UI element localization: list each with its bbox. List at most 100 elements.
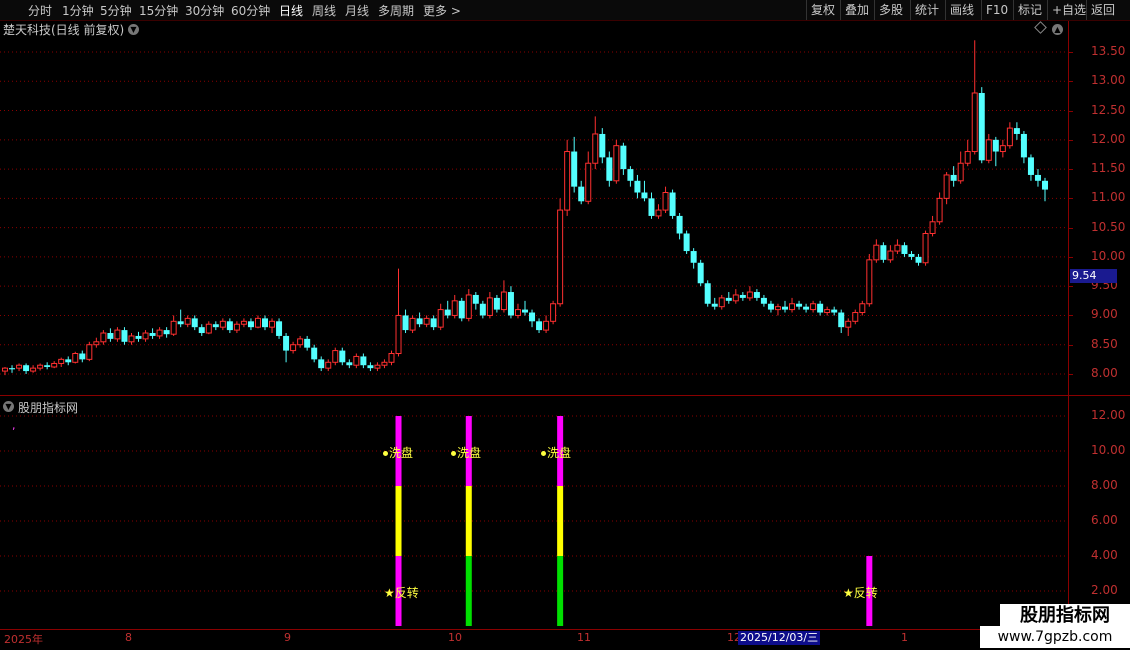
candle — [226, 318, 233, 334]
candle — [423, 315, 430, 328]
candle — [444, 300, 451, 319]
tab-more[interactable]: 更多 > — [423, 2, 461, 19]
candle — [810, 300, 817, 313]
candle — [276, 318, 283, 339]
candle-body — [395, 314, 402, 355]
price-tick — [1068, 198, 1073, 200]
indicator-chart[interactable] — [0, 397, 1068, 627]
candle-body — [170, 320, 177, 335]
price-tick — [1068, 52, 1073, 53]
candle-body — [465, 294, 472, 319]
candle — [599, 128, 606, 164]
price-tick-label: 11.50 — [1091, 161, 1126, 176]
candle — [339, 347, 346, 366]
candle-body — [107, 333, 114, 339]
tab-daily[interactable]: 日线 — [279, 2, 303, 19]
candle — [37, 363, 44, 371]
candle — [543, 315, 550, 334]
mark-button[interactable]: 标记 — [1013, 0, 1046, 20]
candle — [943, 172, 950, 205]
candle-body — [262, 318, 268, 328]
candle-body — [381, 361, 388, 366]
candle — [873, 239, 880, 263]
tab-intraday[interactable]: 分时 — [28, 2, 52, 19]
price-tick-label: 11.00 — [1091, 190, 1126, 205]
candle-body — [880, 245, 887, 260]
candle — [676, 213, 683, 240]
draw-button[interactable]: 画线 — [945, 0, 978, 20]
tab-monthly[interactable]: 月线 — [345, 2, 369, 19]
candle-body — [2, 367, 8, 372]
candle-body — [557, 209, 564, 305]
tab-multi-period[interactable]: 多周期 — [378, 2, 414, 19]
stats-button[interactable]: 统计 — [910, 0, 943, 20]
watermark-url: www.7gpzb.com — [980, 626, 1130, 648]
tab-weekly[interactable]: 周线 — [312, 2, 336, 19]
indicator-tick-label: 4.00 — [1091, 548, 1118, 562]
tab-1min[interactable]: 1分钟 — [62, 2, 94, 19]
tab-15min[interactable]: 15分钟 — [139, 2, 178, 19]
candle-body — [774, 306, 781, 311]
candle-body — [873, 244, 880, 261]
indicator-tick-label: 10.00 — [1091, 443, 1126, 457]
candle-body — [852, 312, 859, 322]
f10-button[interactable]: F10 — [981, 0, 1012, 20]
tab-60min[interactable]: 60分钟 — [231, 2, 270, 19]
candle-body — [1013, 128, 1020, 134]
candle — [634, 174, 641, 199]
candle-body — [149, 333, 156, 336]
candle-body — [592, 133, 599, 164]
candle — [283, 333, 290, 363]
candle — [374, 362, 381, 372]
candle-body — [894, 244, 901, 252]
candle-body — [100, 332, 107, 343]
adjust-button[interactable]: 复权 — [806, 0, 839, 20]
price-tick — [1068, 344, 1073, 346]
washout-signal: 洗盘 — [451, 444, 481, 461]
candle — [198, 324, 205, 336]
candle — [79, 350, 86, 363]
candle-body — [831, 309, 838, 313]
candle-body — [30, 367, 37, 372]
candle-body — [767, 303, 774, 310]
candle — [557, 198, 564, 307]
candle — [711, 297, 718, 310]
tab-5min[interactable]: 5分钟 — [100, 2, 132, 19]
candle-body — [704, 283, 711, 304]
candle — [845, 318, 852, 336]
candle-body — [810, 303, 817, 311]
signal-bar-segment — [465, 556, 472, 626]
candle-body — [908, 253, 915, 257]
signal-bar-segment — [395, 486, 402, 556]
back-button[interactable]: 返回 — [1086, 0, 1119, 20]
multi-stock-button[interactable]: 多股 — [874, 0, 907, 20]
candle — [121, 327, 128, 345]
candle-body — [922, 232, 929, 264]
candlestick-chart[interactable] — [0, 22, 1068, 395]
candle-body — [964, 151, 971, 164]
candle — [796, 300, 803, 310]
candle — [683, 230, 690, 254]
add-watchlist-button[interactable]: +自选 — [1047, 0, 1090, 20]
candle-body — [58, 358, 65, 364]
candle-body — [339, 350, 346, 363]
candle-body — [971, 92, 978, 153]
candle-body — [803, 306, 810, 310]
dot-icon — [451, 451, 456, 456]
dot-icon — [541, 451, 546, 456]
candle-body — [718, 297, 725, 308]
candle — [901, 242, 908, 257]
candle — [1027, 154, 1034, 181]
candle — [51, 361, 58, 369]
candle — [493, 294, 500, 313]
candle — [240, 318, 247, 328]
candle-body — [325, 361, 332, 369]
candle-body — [493, 297, 500, 310]
candle — [262, 315, 268, 331]
candle — [30, 365, 37, 373]
overlay-button[interactable]: 叠加 — [840, 0, 873, 20]
candle — [297, 335, 304, 348]
candle-body — [620, 145, 627, 170]
candle-body — [311, 347, 318, 360]
tab-30min[interactable]: 30分钟 — [185, 2, 224, 19]
